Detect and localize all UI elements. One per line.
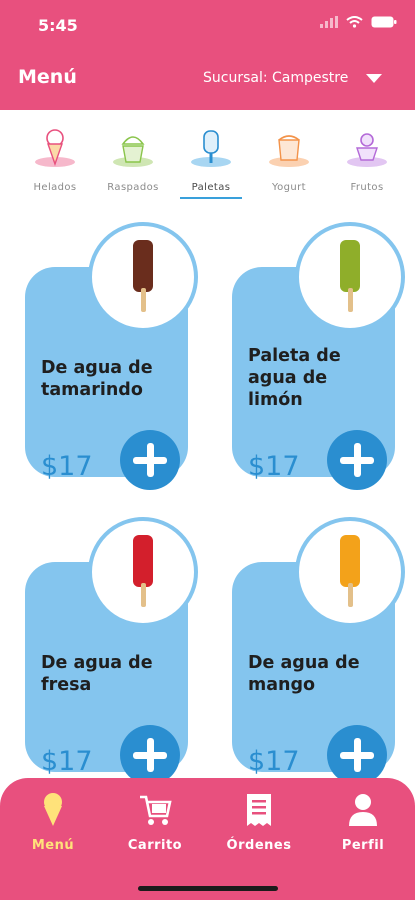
tab-paletas[interactable]: Paletas — [176, 126, 246, 199]
product-price: $17 — [248, 451, 300, 482]
nav-label: Carrito — [127, 838, 183, 853]
product-card[interactable]: Paleta de agua de limón $17 — [232, 222, 405, 490]
bottom-nav: Menú Carrito Órdenes Perfil — [0, 778, 415, 900]
status-time: 5:45 — [38, 16, 78, 35]
nav-label: Órdenes — [226, 838, 292, 853]
popsicle-icon — [191, 130, 231, 167]
wifi-icon — [346, 16, 363, 28]
nav-menu[interactable]: Menú — [8, 792, 98, 853]
product-card[interactable]: De agua de tamarindo $17 — [25, 222, 198, 490]
page-title: Menú — [18, 66, 77, 88]
add-to-cart-button[interactable] — [120, 725, 180, 782]
nav-ordenes[interactable]: Órdenes — [214, 792, 304, 853]
category-tabs: Helados Raspados Paletas Yogurt Frutos — [0, 118, 415, 199]
product-price: $17 — [41, 451, 93, 482]
signal-icon — [320, 16, 338, 28]
active-tab-indicator — [180, 197, 242, 199]
tab-raspados[interactable]: Raspados — [98, 126, 168, 196]
product-image — [88, 222, 198, 332]
nav-carrito[interactable]: Carrito — [110, 792, 200, 853]
add-to-cart-button[interactable] — [327, 430, 387, 490]
product-image — [88, 517, 198, 627]
popsicle-image — [340, 240, 360, 312]
branch-selector[interactable]: Sucursal: Campestre — [203, 70, 383, 86]
product-card[interactable]: De agua de mango $17 — [232, 517, 405, 782]
nav-label: Menú — [31, 838, 75, 853]
product-image — [295, 222, 405, 332]
product-card[interactable]: De agua de fresa $17 — [25, 517, 198, 782]
add-to-cart-button[interactable] — [327, 725, 387, 782]
tab-yogurt[interactable]: Yogurt — [254, 126, 324, 196]
tab-label: Helados — [33, 182, 77, 193]
user-icon — [349, 794, 377, 826]
product-name: De agua de fresa — [41, 653, 153, 695]
nav-perfil[interactable]: Perfil — [318, 792, 408, 853]
home-indicator — [138, 886, 278, 891]
shopping-cart-icon — [140, 795, 172, 825]
status-icons — [320, 16, 397, 28]
shaved-ice-icon — [113, 136, 153, 167]
product-grid: De agua de tamarindo $17 Paleta de agua … — [0, 212, 415, 782]
ice-cream-cone-icon — [35, 129, 75, 167]
branch-label: Sucursal: Campestre — [203, 70, 349, 86]
product-name: De agua de mango — [248, 653, 360, 695]
product-name: Paleta de agua de limón — [248, 346, 341, 410]
tab-label: Frutos — [350, 182, 384, 193]
yogurt-icon — [269, 135, 309, 167]
chevron-down-icon — [366, 73, 383, 83]
nav-label: Perfil — [341, 838, 385, 853]
tab-helados[interactable]: Helados — [20, 126, 90, 196]
popsicle-image — [133, 240, 153, 312]
top-bar: 5:45 Menú Sucursal: Campestre — [0, 0, 415, 110]
fruit-icon — [347, 133, 387, 167]
tab-frutos[interactable]: Frutos — [332, 126, 402, 196]
product-name: De agua de tamarindo — [41, 358, 153, 400]
product-price: $17 — [248, 746, 300, 777]
receipt-icon — [247, 794, 271, 826]
battery-icon — [371, 16, 397, 28]
tab-label: Yogurt — [271, 182, 307, 193]
product-image — [295, 517, 405, 627]
popsicle-image — [133, 535, 153, 607]
tab-label: Raspados — [107, 182, 159, 193]
add-to-cart-button[interactable] — [120, 430, 180, 490]
tab-label: Paletas — [191, 182, 231, 193]
ice-cream-cone-icon — [44, 793, 62, 826]
product-price: $17 — [41, 746, 93, 777]
popsicle-image — [340, 535, 360, 607]
